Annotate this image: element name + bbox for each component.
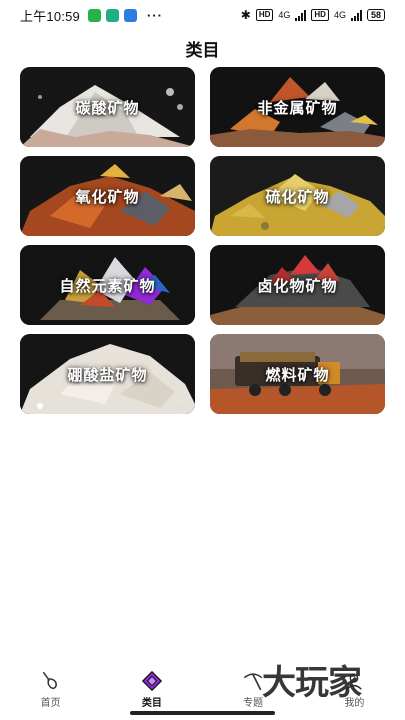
category-label: 非金属矿物 — [257, 99, 338, 117]
category-card-native-element[interactable]: 自然元素矿物 — [20, 245, 195, 325]
hd-badge-1: HD — [255, 9, 274, 21]
category-card-sulfide[interactable]: 硫化矿物 — [210, 156, 385, 236]
bluetooth-icon: ✱ — [240, 8, 251, 22]
notification-icons — [87, 8, 137, 22]
phone-app-icon — [87, 8, 101, 22]
category-card-halide[interactable]: 卤化物矿物 — [210, 245, 385, 325]
network-label-2: 4G — [333, 10, 346, 20]
category-label: 卤化物矿物 — [257, 277, 338, 295]
category-card-fuel[interactable]: 燃料矿物 — [210, 334, 385, 414]
category-label: 燃料矿物 — [265, 366, 330, 384]
category-label: 氧化矿物 — [75, 188, 140, 206]
category-card-carbonate[interactable]: 碳酸矿物 — [20, 67, 195, 147]
watermark-logo: 大玩家 — [262, 664, 362, 702]
status-bar: 上午10:59 ··· ✱ HD 4G HD 4G 58 — [0, 0, 405, 30]
category-card-oxide[interactable]: 氧化矿物 — [20, 156, 195, 236]
tab-category[interactable]: 类目 — [101, 670, 202, 710]
tab-home[interactable]: 首页 — [0, 670, 101, 710]
status-time: 上午10:59 — [20, 8, 80, 24]
category-card-borate[interactable]: 硼酸盐矿物 — [20, 334, 195, 414]
category-grid: 碳酸矿物 非金属矿物 氧化矿物 硫化矿物 自然元素矿物 卤化物矿物 硼酸盐矿物 … — [20, 67, 385, 414]
tab-label: 专题 — [243, 698, 264, 709]
signal-icon-2 — [350, 9, 362, 21]
category-label: 硼酸盐矿物 — [67, 366, 148, 384]
shovel-icon — [42, 672, 57, 690]
category-label: 碳酸矿物 — [75, 99, 140, 117]
category-label: 自然元素矿物 — [59, 277, 156, 295]
signal-icon-1 — [295, 9, 307, 21]
network-label-1: 4G — [278, 10, 291, 20]
card-app-icon — [123, 8, 137, 22]
gem-icon — [141, 670, 162, 692]
tab-label: 首页 — [40, 698, 61, 709]
pickaxe-icon — [244, 673, 263, 691]
category-label: 硫化矿物 — [265, 188, 330, 206]
messaging-app-icon — [105, 8, 119, 22]
status-right: ✱ HD 4G HD 4G 58 — [241, 8, 385, 22]
category-card-nonmetal[interactable]: 非金属矿物 — [210, 67, 385, 147]
tab-label: 类目 — [141, 698, 162, 709]
battery-icon: 58 — [366, 9, 385, 21]
more-notifications-icon: ··· — [146, 7, 163, 23]
home-indicator[interactable] — [130, 711, 275, 715]
page-title: 类目 — [185, 41, 220, 60]
hd-badge-2: HD — [311, 9, 329, 21]
